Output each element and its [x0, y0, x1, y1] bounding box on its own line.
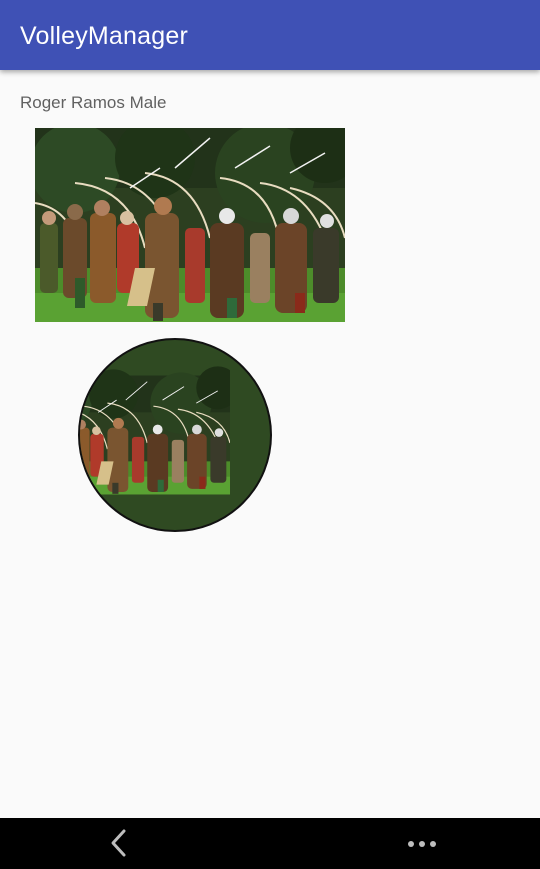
app-screen: VolleyManager Roger Ramos Male — [0, 0, 540, 869]
system-navigation-bar — [0, 818, 540, 869]
circular-photo — [78, 338, 272, 532]
app-title: VolleyManager — [20, 22, 188, 50]
more-dots-icon[interactable] — [404, 828, 440, 858]
back-chevron-icon[interactable] — [104, 828, 134, 858]
user-name-gender-label: Roger Ramos Male — [20, 93, 167, 112]
archers-photo-circular-image — [80, 340, 270, 530]
app-bar: VolleyManager — [0, 0, 540, 70]
rectangular-photo — [35, 128, 345, 322]
archers-photo-image — [35, 128, 345, 322]
